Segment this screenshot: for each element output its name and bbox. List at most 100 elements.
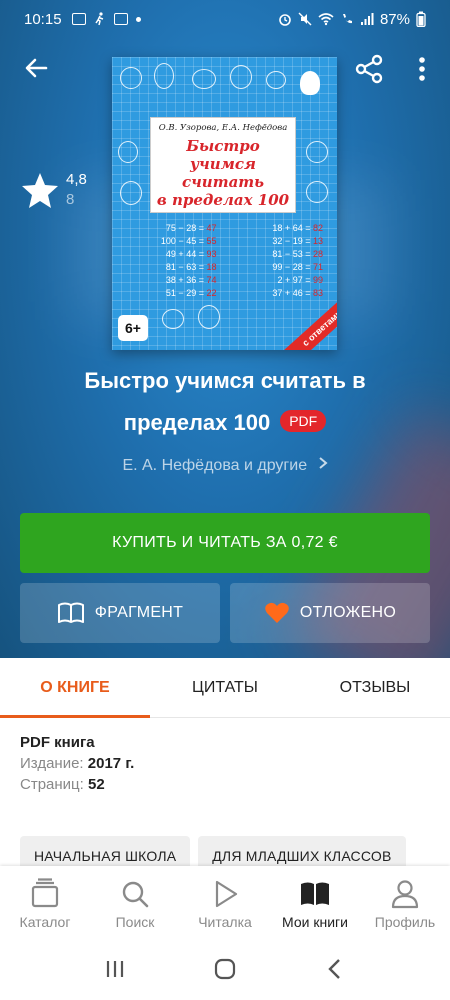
cover-exercise: 37 + 46 = 83 <box>231 287 330 300</box>
fragment-button[interactable]: ФРАГМЕНТ <box>20 583 220 643</box>
cover-exercise: 75 − 28 = 47 <box>124 222 223 235</box>
pages-row: Страниц: 52 <box>20 774 134 795</box>
exercise-expression: 32 − 19 = <box>272 236 311 246</box>
catalog-icon <box>31 878 59 908</box>
book-title-line: пределах 100 <box>123 410 271 435</box>
buy-button-label: КУПИТЬ И ЧИТАТЬ ЗА 0,72 € <box>112 534 338 551</box>
status-left-icons <box>71 12 141 26</box>
exercise-expression: 75 − 28 = <box>165 223 204 233</box>
search-icon <box>122 881 149 908</box>
cover-exercise: 100 − 45 = 55 <box>124 235 223 248</box>
book-cover[interactable]: О.В. Узорова, Е.А. Нефёдова Быстро учимс… <box>112 57 337 350</box>
signal-icon <box>360 13 374 25</box>
authors-text: Е. А. Нефёдова и другие <box>122 457 308 474</box>
exercise-answer: 13 <box>312 236 323 246</box>
nav-label: Каталог <box>19 914 71 930</box>
cover-doodle <box>192 69 216 89</box>
cover-authors: О.В. Узорова, Е.А. Нефёдова <box>158 123 288 133</box>
buy-and-read-button[interactable]: КУПИТЬ И ЧИТАТЬ ЗА 0,72 € <box>20 513 430 573</box>
edition-key: Издание: <box>20 755 84 772</box>
exercise-answer: 22 <box>206 288 217 298</box>
back-arrow-icon <box>25 58 48 78</box>
tab-quotes[interactable]: ЦИТАТЫ <box>150 658 300 717</box>
cover-doodle <box>198 305 220 329</box>
pages-value: 52 <box>87 776 105 793</box>
heart-icon <box>265 602 289 623</box>
home-icon[interactable] <box>213 957 237 981</box>
exercise-answer: 55 <box>206 236 217 246</box>
rating-value: 4,8 <box>66 171 87 188</box>
alarm-icon <box>279 14 291 26</box>
status-right-icons: 87% <box>278 11 426 28</box>
tab-about[interactable]: О КНИГЕ <box>0 658 150 718</box>
back-button[interactable] <box>20 52 52 84</box>
cover-title-line: считать <box>181 173 265 191</box>
book-info: PDF книга Издание: 2017 г. Страниц: 52 <box>20 732 134 795</box>
exercise-expression: 49 + 44 = <box>165 249 204 259</box>
status-bar: 10:15 87% <box>0 0 450 38</box>
share-icon <box>355 54 383 84</box>
star-icon <box>22 173 58 208</box>
cover-exercise: 81 − 63 = 18 <box>124 261 223 274</box>
exercise-expression: 51 − 29 = <box>165 288 204 298</box>
nav-my-books[interactable]: Мои книги <box>270 866 360 938</box>
cover-title: Быстро учимся считать в пределах 100 <box>151 137 295 209</box>
exercise-answer: 47 <box>206 223 217 233</box>
cover-exercise: 81 − 53 = 28 <box>231 248 330 261</box>
exercise-expression: 100 − 45 = <box>160 236 204 246</box>
exercise-answer: 82 <box>312 223 323 233</box>
book-title: Быстро учимся считать в пределах 100 PDF <box>20 360 430 444</box>
exercise-answer: 83 <box>312 288 323 298</box>
cover-doodle <box>230 65 252 89</box>
cover-doodle <box>306 181 328 203</box>
edition-value: 2017 г. <box>87 755 135 772</box>
pages-key: Страниц: <box>20 776 84 793</box>
cover-title-line: в пределах 100 <box>156 191 290 209</box>
pdf-format-badge: PDF <box>280 410 327 433</box>
rating-block[interactable]: 4,8 8 <box>20 170 87 210</box>
saved-button[interactable]: ОТЛОЖЕНО <box>230 583 430 643</box>
system-back-icon[interactable] <box>323 957 347 981</box>
exercise-answer: 74 <box>206 275 217 285</box>
wifi-call-icon <box>342 14 352 24</box>
more-notifications-icon <box>135 16 141 22</box>
exercise-answer: 71 <box>312 262 323 272</box>
cover-exercise: 99 − 28 = 71 <box>231 261 330 274</box>
nav-label: Читалка <box>198 914 252 930</box>
nav-profile[interactable]: Профиль <box>360 866 450 938</box>
cover-doodle <box>118 141 138 163</box>
nav-search[interactable]: Поиск <box>90 866 180 938</box>
battery-text: 87% <box>379 10 410 28</box>
saved-label: ОТЛОЖЕНО <box>299 604 397 621</box>
exercise-expression: 18 + 64 = <box>272 223 311 233</box>
fragment-label: ФРАГМЕНТ <box>94 604 184 621</box>
status-time: 10:15 <box>24 10 62 28</box>
cover-doodle <box>162 309 184 329</box>
profile-icon <box>391 880 419 909</box>
cover-exercise: 2 + 97 = 99 <box>231 274 330 287</box>
exercise-expression: 2 + 97 = <box>277 275 311 285</box>
mute-icon <box>298 12 312 26</box>
recent-apps-icon[interactable] <box>103 957 127 981</box>
nav-reader[interactable]: Читалка <box>180 866 270 938</box>
tab-reviews[interactable]: ОТЗЫВЫ <box>300 658 450 717</box>
cover-title-box: О.В. Узорова, Е.А. Нефёдова Быстро учимс… <box>150 117 296 213</box>
exercise-expression: 81 − 63 = <box>165 262 204 272</box>
cover-doodle <box>266 71 286 89</box>
share-button[interactable] <box>352 52 386 86</box>
cover-exercise: 18 + 64 = 82 <box>231 222 330 235</box>
system-navigation-bar <box>0 938 450 1000</box>
image-notification-icon <box>71 13 86 25</box>
authors-link[interactable]: Е. А. Нефёдова и другие <box>0 456 450 475</box>
exercise-answer: 28 <box>312 249 323 259</box>
cover-exercises: 75 − 28 = 47 18 + 64 = 82 100 − 45 = 55 32 … <box>124 222 329 300</box>
book-tabs: О КНИГЕ ЦИТАТЫ ОТЗЫВЫ <box>0 658 450 718</box>
cover-title-line: Быстро учимся <box>186 137 260 173</box>
nav-catalog[interactable]: Каталог <box>0 866 90 938</box>
exercise-expression: 38 + 36 = <box>165 275 204 285</box>
chevron-right-icon <box>318 457 328 469</box>
more-options-button[interactable] <box>410 52 434 86</box>
cover-exercise: 49 + 44 = 93 <box>124 248 223 261</box>
rating-count: 8 <box>66 191 75 208</box>
cover-doodle <box>306 141 328 163</box>
